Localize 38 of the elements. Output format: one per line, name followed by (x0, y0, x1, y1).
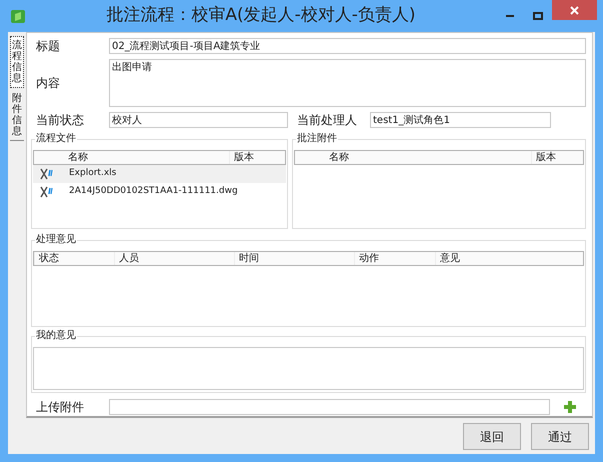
state-field[interactable]: 校对人 (109, 112, 288, 128)
close-icon (570, 6, 579, 14)
side-tab[interactable]: 附件信息 (10, 90, 24, 141)
file-icon (39, 167, 55, 181)
column-header[interactable]: 人员 (114, 252, 234, 266)
group-title: 我的意见 (35, 330, 77, 342)
file-name: 2A14J50DD0102ST1AA1-111111.dwg (69, 185, 238, 198)
dialog-button[interactable]: 通过 (531, 423, 589, 450)
file-name: Explort.xls (69, 167, 116, 180)
upload-field[interactable] (109, 399, 550, 415)
field-label: 当前状态 (36, 112, 85, 129)
handler-field[interactable]: test1_测试角色1 (370, 112, 551, 128)
close-button[interactable] (552, 0, 597, 20)
file-row[interactable]: Explort.xls (33, 165, 286, 183)
field-label: 当前处理人 (297, 112, 358, 129)
add-icon[interactable] (563, 401, 577, 413)
field-label: 内容 (36, 75, 61, 92)
column-header[interactable]: 名称 (325, 151, 531, 164)
opinion-field[interactable] (33, 346, 584, 390)
column-header[interactable]: 时间 (234, 252, 354, 266)
app-logo-icon (10, 8, 26, 24)
column-header[interactable]: 动作 (354, 252, 435, 266)
column-header[interactable]: 状态 (34, 252, 114, 266)
file-icon (39, 185, 55, 199)
column-header[interactable]: 版本 (531, 151, 583, 164)
side-tab[interactable]: 流程信息 (10, 36, 24, 88)
dialog-button[interactable]: 退回 (463, 423, 521, 450)
column-header[interactable]: 版本 (229, 151, 285, 164)
column-header[interactable]: 名称 (64, 151, 229, 164)
title-field[interactable]: 02_流程测试项目-项目A建筑专业 (109, 38, 586, 54)
group-title: 流程文件 (35, 133, 77, 145)
group-title: 批注附件 (296, 133, 338, 145)
window-title: 批注流程：校审A(发起人-校对人-负责人) (105, 4, 417, 28)
group-title: 处理意见 (35, 234, 77, 246)
column-header[interactable]: 意见 (435, 252, 583, 266)
field-label: 上传附件 (36, 399, 85, 416)
field-label: 标题 (36, 38, 61, 55)
content-field[interactable]: 出图申请 (109, 59, 586, 107)
